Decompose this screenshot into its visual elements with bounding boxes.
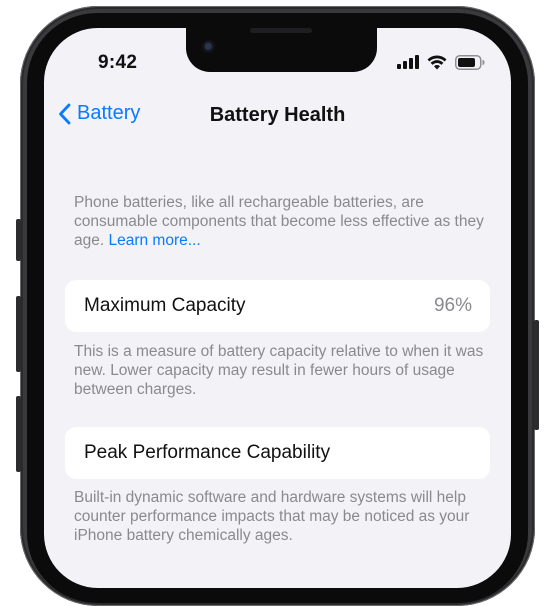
volume-up-button [16,296,21,372]
intro-text: Phone batteries, like all rechargeable b… [74,193,484,250]
status-icons [397,54,485,70]
speaker-grille [250,28,312,33]
maximum-capacity-value: 96% [433,295,472,316]
peak-performance-row: Peak Performance Capability [65,427,490,479]
status-time: 9:42 [98,52,138,73]
cellular-signal-icon [397,55,419,69]
power-button [534,320,539,430]
maximum-capacity-label: Maximum Capacity [84,295,246,316]
notch [186,28,377,72]
learn-more-link[interactable]: Learn more... [108,232,200,249]
maximum-capacity-row: Maximum Capacity 96% [65,280,490,332]
page-title: Battery Health [209,104,346,126]
peak-performance-label: Peak Performance Capability [84,442,331,463]
navigation-bar: Battery Battery Health [44,96,511,136]
volume-down-button [16,396,21,472]
battery-icon [455,54,485,70]
wifi-icon [427,54,447,69]
front-camera-icon [202,40,216,54]
maximum-capacity-description: This is a measure of battery capacity re… [74,343,484,398]
phone-screen: 9:42 Battery Battery Health Phone batter… [44,28,511,588]
silent-switch [16,219,21,261]
peak-performance-description: Built-in dynamic software and hardware s… [74,489,470,544]
